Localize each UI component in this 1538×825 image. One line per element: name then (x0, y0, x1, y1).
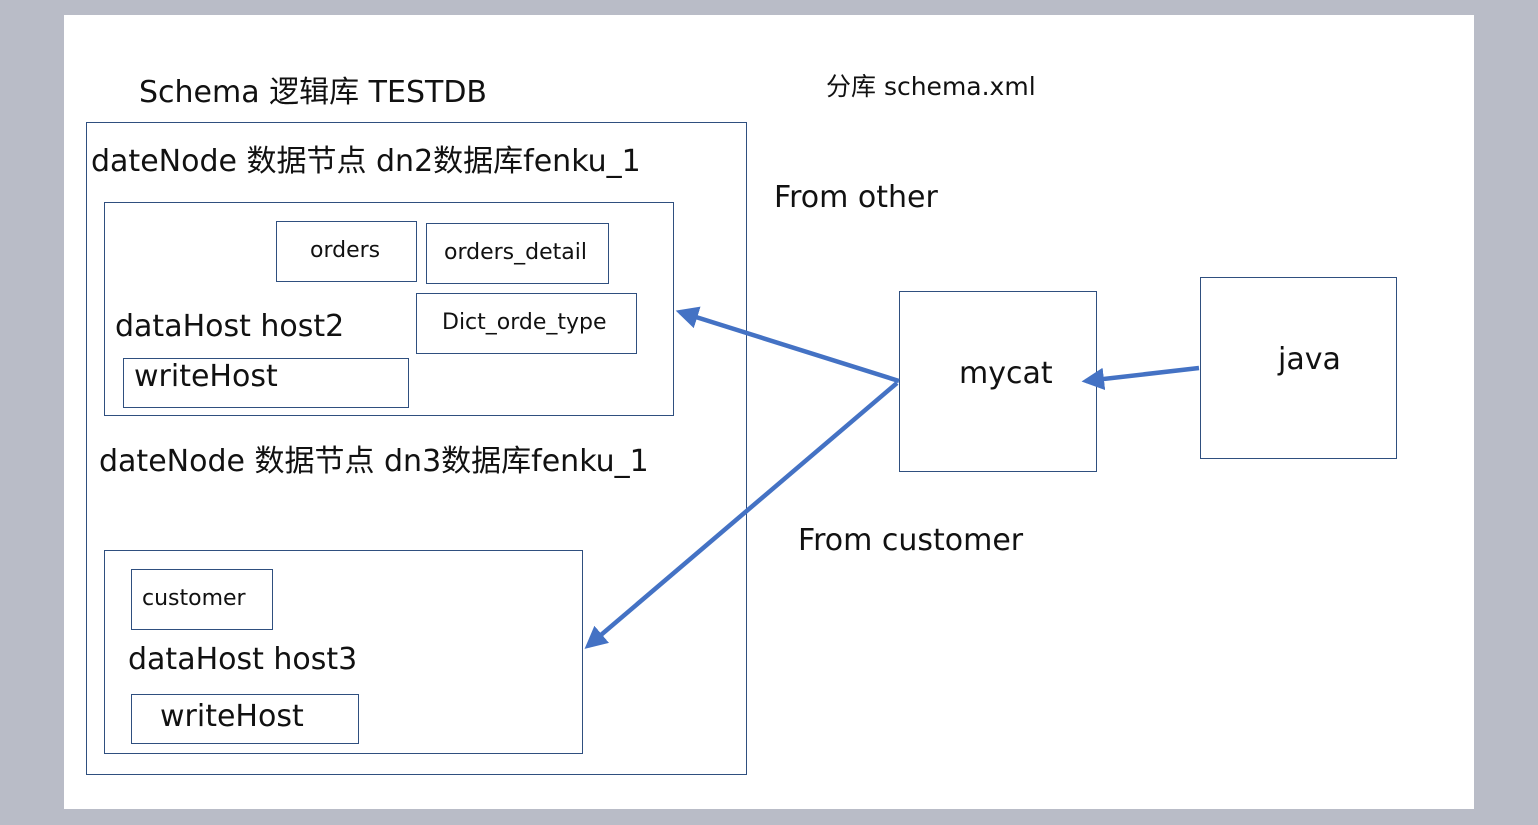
java-label: java (1278, 342, 1341, 377)
datahost-host2-label: dataHost host2 (115, 309, 345, 344)
from-customer-label: From customer (798, 523, 1024, 558)
mycat-label: mycat (959, 356, 1053, 391)
schema-xml-title: 分库 schema.xml (826, 72, 1036, 101)
datanode-dn3-label: dateNode 数据节点 dn3数据库fenku_1 (99, 444, 649, 479)
datahost-host3-label: dataHost host3 (128, 642, 358, 677)
table-customer-label: customer (142, 586, 246, 611)
writehost-host3-box: writeHost (131, 694, 359, 744)
writehost-host2-label: writeHost (134, 359, 278, 394)
table-dict-orde-type: Dict_orde_type (416, 293, 637, 354)
table-orders-detail-label: orders_detail (444, 240, 587, 265)
writehost-host2-box: writeHost (123, 358, 409, 408)
table-orders: orders (276, 221, 417, 282)
from-other-label: From other (774, 180, 938, 215)
mycat-box: mycat (899, 291, 1097, 472)
table-dict-orde-type-label: Dict_orde_type (442, 310, 607, 335)
schema-title: Schema 逻辑库 TESTDB (139, 75, 488, 110)
table-customer: customer (131, 569, 273, 630)
java-box: java (1200, 277, 1397, 459)
table-orders-detail: orders_detail (426, 223, 609, 284)
datanode-dn2-label: dateNode 数据节点 dn2数据库fenku_1 (91, 144, 641, 179)
table-orders-label: orders (310, 238, 381, 263)
writehost-host3-label: writeHost (160, 699, 304, 734)
